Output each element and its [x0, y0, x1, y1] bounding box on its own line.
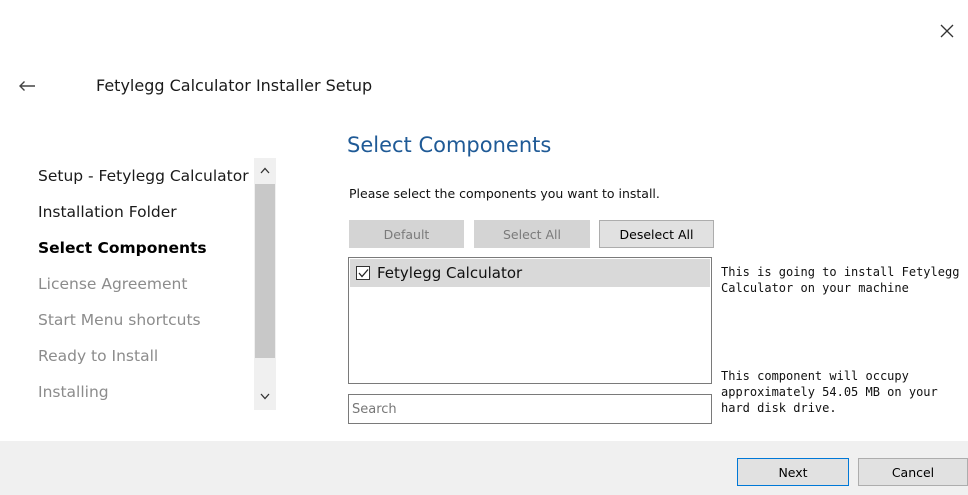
component-list[interactable]: Fetylegg Calculator — [348, 257, 712, 384]
step-installing: Installing — [38, 383, 109, 401]
component-label: Fetylegg Calculator — [377, 264, 523, 282]
step-ready-to-install: Ready to Install — [38, 347, 159, 365]
component-size-info: This component will occupy approximately… — [721, 369, 938, 415]
search-input[interactable] — [348, 394, 712, 424]
checkmark-icon — [358, 269, 368, 278]
component-row[interactable]: Fetylegg Calculator — [350, 259, 710, 287]
next-button[interactable]: Next — [737, 458, 849, 486]
scroll-up-button[interactable] — [254, 160, 276, 180]
step-setup[interactable]: Setup - Fetylegg Calculator — [38, 158, 252, 194]
step-select-components[interactable]: Select Components — [38, 230, 252, 266]
step-license-agreement: License Agreement — [38, 275, 188, 293]
component-description: This is going to install Fetylegg Calcul… — [721, 265, 960, 295]
component-checkbox[interactable] — [356, 266, 370, 280]
steps-scrollbar[interactable] — [254, 158, 276, 410]
cancel-button[interactable]: Cancel — [858, 458, 968, 486]
select-all-button[interactable]: Select All — [474, 220, 590, 248]
page-description: Please select the components you want to… — [349, 186, 660, 201]
page-heading: Select Components — [347, 133, 552, 157]
chevron-up-icon — [260, 167, 270, 173]
steps-list: Setup - Fetylegg Calculator Installation… — [38, 158, 252, 410]
chevron-down-icon — [260, 393, 270, 399]
window-title: Fetylegg Calculator Installer Setup — [96, 76, 373, 95]
scroll-thumb[interactable] — [255, 184, 275, 358]
back-arrow-icon — [19, 81, 35, 91]
scroll-down-button[interactable] — [254, 386, 276, 406]
close-button[interactable] — [934, 18, 960, 44]
step-start-menu-shortcuts: Start Menu shortcuts — [38, 311, 201, 329]
step-installation-folder[interactable]: Installation Folder — [38, 194, 252, 230]
close-icon — [940, 24, 954, 38]
back-button[interactable] — [12, 74, 42, 98]
deselect-all-button[interactable]: Deselect All — [599, 220, 714, 248]
default-button[interactable]: Default — [349, 220, 464, 248]
